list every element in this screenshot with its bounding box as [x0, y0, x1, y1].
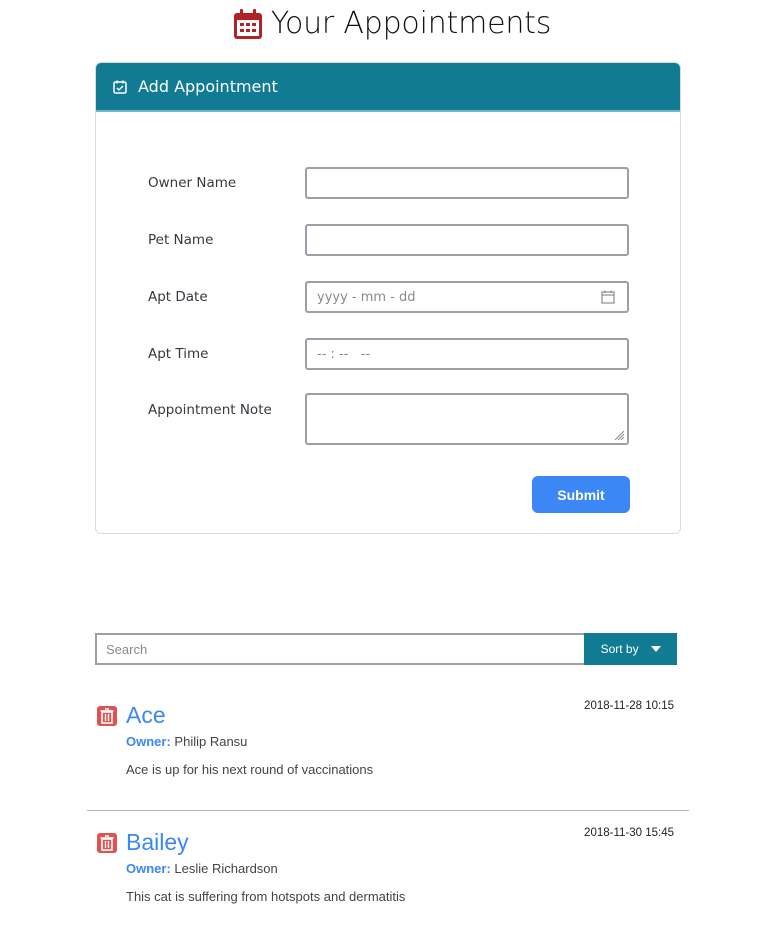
calendar-icon — [233, 8, 262, 39]
owner-name[interactable]: Leslie Richardson — [174, 861, 277, 876]
add-appointment-header[interactable]: Add Appointment — [96, 63, 680, 112]
owner-line: Owner: Leslie Richardson — [126, 861, 278, 876]
appointment-note[interactable]: Ace is up for his next round of vaccinat… — [126, 762, 373, 777]
appointment-note[interactable]: This cat is suffering from hotspots and … — [126, 889, 405, 904]
divider — [87, 810, 689, 811]
apt-time-placeholder: -- : -- -- — [317, 346, 371, 362]
owner-label: Owner: — [126, 861, 171, 876]
owner-label: Owner: — [126, 734, 171, 749]
appointment-item: Bailey 2018-11-30 15:45 Owner: Leslie Ri… — [86, 827, 690, 927]
appointment-item: Ace 2018-11-28 10:15 Owner: Philip Ransu… — [86, 700, 690, 800]
appointment-date: 2018-11-28 10:15 — [584, 700, 674, 712]
search-placeholder: Search — [106, 641, 148, 657]
add-appointment-card: Add Appointment Owner Name Pet Name Apt … — [95, 62, 681, 534]
apt-time-label: Apt Time — [148, 346, 209, 362]
apt-note-textarea[interactable] — [305, 393, 629, 445]
owner-line: Owner: Philip Ransu — [126, 734, 247, 749]
sort-by-button[interactable]: Sort by — [584, 633, 677, 665]
owner-name-input[interactable] — [305, 167, 629, 199]
pet-name[interactable]: Ace — [126, 702, 166, 729]
pet-name[interactable]: Bailey — [126, 829, 189, 856]
submit-button[interactable]: Submit — [532, 476, 630, 513]
sort-by-label: Sort by — [600, 642, 639, 656]
search-input[interactable]: Search — [95, 633, 585, 665]
apt-date-input[interactable]: yyyy - mm - dd — [305, 281, 629, 313]
appointment-date: 2018-11-30 15:45 — [584, 827, 674, 839]
search-bar: Search Sort by — [95, 633, 677, 665]
pet-name-input[interactable] — [305, 224, 629, 256]
calendar-check-icon — [113, 80, 127, 94]
apt-date-label: Apt Date — [148, 289, 208, 305]
pet-name-label: Pet Name — [148, 232, 214, 248]
apt-note-label: Appointment Note — [148, 402, 272, 418]
delete-icon[interactable] — [96, 832, 118, 854]
delete-icon[interactable] — [96, 705, 118, 727]
owner-name[interactable]: Philip Ransu — [174, 734, 247, 749]
owner-name-label: Owner Name — [148, 175, 237, 191]
resize-handle-icon[interactable] — [613, 429, 625, 441]
add-appointment-title: Add Appointment — [138, 77, 278, 96]
apt-time-input[interactable]: -- : -- -- — [305, 338, 629, 370]
page-header: Your Appointments — [0, 6, 784, 46]
apt-date-placeholder: yyyy - mm - dd — [317, 289, 416, 305]
page-title: Your Appointments — [270, 6, 552, 41]
date-picker-icon[interactable] — [601, 290, 615, 304]
caret-down-icon — [650, 646, 661, 652]
title-wrap: Your Appointments — [233, 6, 551, 41]
